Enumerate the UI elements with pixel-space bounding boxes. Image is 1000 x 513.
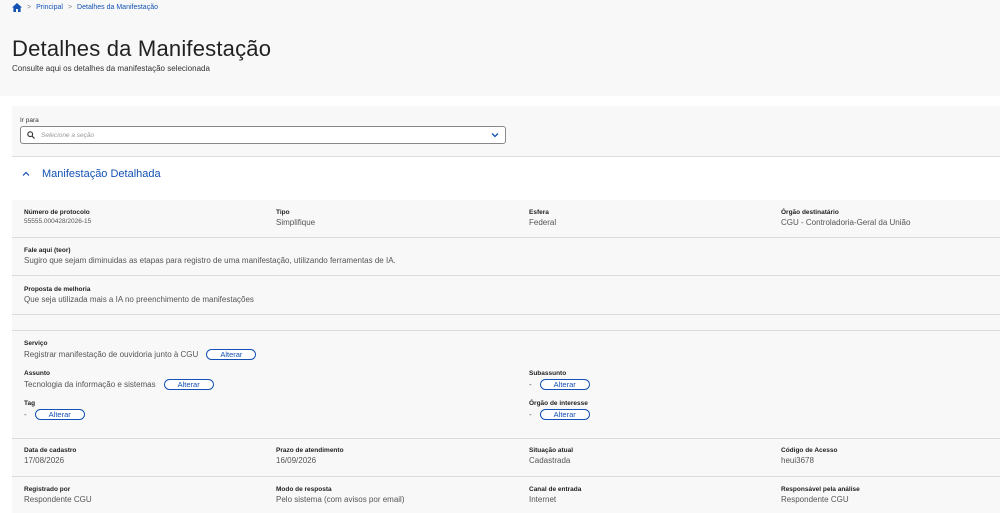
field-prazo: Prazo de atendimento 16/09/2026 bbox=[276, 447, 344, 465]
field-value: 55555.000428/2026-15 bbox=[24, 218, 92, 225]
field-subassunto: Subassunto - Alterar bbox=[529, 370, 590, 390]
field-value: Sugiro que sejam diminuidas as etapas pa… bbox=[24, 256, 396, 265]
field-label: Registrado por bbox=[24, 486, 71, 493]
field-value: 16/09/2026 bbox=[276, 456, 317, 465]
field-situacao: Situação atual Cadastrada bbox=[529, 447, 573, 465]
page-title: Detalhes da Manifestação bbox=[12, 36, 272, 61]
field-orgao-interesse: Órgão de interesse - Alterar bbox=[529, 400, 590, 420]
field-value: 17/08/2026 bbox=[24, 456, 65, 465]
field-modo-resposta: Modo de resposta Pelo sistema (com aviso… bbox=[276, 486, 404, 504]
field-value: Pelo sistema (com avisos por email) bbox=[276, 495, 405, 504]
field-label: Tipo bbox=[276, 209, 290, 216]
field-esfera: Esfera Federal bbox=[529, 209, 556, 227]
section-toggle[interactable]: Manifestação Detalhada bbox=[12, 156, 1000, 190]
page-subtitle: Consulte aqui os detalhes da manifestaçã… bbox=[12, 64, 210, 73]
details-panel: Número de protocolo 55555.000428/2026-15… bbox=[12, 200, 1000, 513]
field-label: Órgão destinatário bbox=[781, 209, 839, 216]
field-label: Responsável pela análise bbox=[781, 486, 860, 493]
field-label: Canal de entrada bbox=[529, 486, 582, 493]
field-label: Assunto bbox=[24, 370, 50, 377]
field-value: Federal bbox=[529, 218, 557, 227]
field-label: Modo de resposta bbox=[276, 486, 332, 493]
page-header: > Principal > Detalhes da Manifestação D… bbox=[0, 0, 1000, 96]
breadcrumb: > Principal > Detalhes da Manifestação bbox=[12, 0, 988, 12]
field-value: Cadastrada bbox=[529, 456, 571, 465]
field-label: Número de protocolo bbox=[24, 209, 90, 216]
section-title: Manifestação Detalhada bbox=[42, 167, 161, 180]
field-proposta: Proposta de melhoria Que seja utilizada … bbox=[24, 286, 254, 304]
field-label: Serviço bbox=[24, 340, 48, 347]
field-label: Órgão de interesse bbox=[529, 400, 588, 407]
chevron-up-icon bbox=[22, 171, 30, 176]
field-value: Que seja utilizada mais a IA no preenchi… bbox=[24, 295, 254, 304]
divider bbox=[12, 275, 1000, 276]
field-value: Respondente CGU bbox=[24, 495, 92, 504]
home-icon[interactable] bbox=[12, 3, 22, 12]
field-registrado-por: Registrado por Respondente CGU bbox=[24, 486, 92, 504]
field-label: Código de Acesso bbox=[781, 447, 838, 454]
alterar-subassunto-button[interactable]: Alterar bbox=[539, 379, 590, 390]
alterar-assunto-button[interactable]: Alterar bbox=[163, 379, 214, 390]
field-value: Simplifique bbox=[276, 218, 316, 227]
field-tag: Tag - Alterar bbox=[24, 400, 85, 420]
divider bbox=[12, 476, 1000, 477]
breadcrumb-item-principal[interactable]: Principal bbox=[36, 4, 63, 11]
field-label: Prazo de atendimento bbox=[276, 447, 344, 454]
goto-label: Ir para bbox=[20, 117, 39, 124]
chevron-down-icon[interactable] bbox=[491, 132, 499, 138]
field-label: Subassunto bbox=[529, 370, 567, 377]
alterar-tag-button[interactable]: Alterar bbox=[34, 409, 85, 420]
field-value: - bbox=[529, 380, 532, 389]
divider bbox=[12, 330, 1000, 331]
field-canal-entrada: Canal de entrada Internet bbox=[529, 486, 581, 504]
field-value: Tecnologia da informação e sistemas bbox=[24, 380, 156, 389]
field-value: - bbox=[529, 410, 532, 419]
field-label: Tag bbox=[24, 400, 36, 407]
field-assunto: Assunto Tecnologia da informação e siste… bbox=[24, 370, 214, 390]
goto-panel: Ir para Selecione a seção bbox=[12, 106, 1000, 156]
alterar-orgao-interesse-button[interactable]: Alterar bbox=[539, 409, 590, 420]
field-label: Situação atual bbox=[529, 447, 574, 454]
field-data-cadastro: Data de cadastro 17/08/2026 bbox=[24, 447, 76, 465]
divider bbox=[12, 237, 1000, 238]
divider bbox=[12, 438, 1000, 439]
field-label: Proposta de melhoria bbox=[24, 286, 91, 293]
field-value: Respondente CGU bbox=[781, 495, 849, 504]
field-value: heui3678 bbox=[781, 456, 814, 465]
field-value: - bbox=[24, 410, 27, 419]
breadcrumb-separator: > bbox=[27, 4, 32, 11]
section-select-placeholder: Selecione a seção bbox=[41, 131, 95, 139]
divider bbox=[12, 314, 1000, 315]
field-protocolo: Número de protocolo 55555.000428/2026-15 bbox=[24, 209, 91, 225]
breadcrumb-item-current[interactable]: Detalhes da Manifestação bbox=[77, 4, 158, 11]
field-label: Fale aqui (teor) bbox=[24, 247, 71, 254]
field-value: Internet bbox=[529, 495, 557, 504]
field-label: Data de cadastro bbox=[24, 447, 77, 454]
field-fale-aqui: Fale aqui (teor) Sugiro que sejam diminu… bbox=[24, 247, 396, 265]
field-value: CGU - Controladoria-Geral da União bbox=[781, 218, 911, 227]
breadcrumb-separator: > bbox=[67, 4, 73, 11]
section-select[interactable]: Selecione a seção bbox=[20, 126, 506, 144]
field-value: Registrar manifestação de ouvidoria junt… bbox=[24, 350, 199, 359]
search-icon bbox=[27, 131, 35, 139]
field-tipo: Tipo Simplifique bbox=[276, 209, 315, 227]
field-servico: Serviço Registrar manifestação de ouvido… bbox=[24, 340, 257, 360]
field-responsavel: Responsável pela análise Respondente CGU bbox=[781, 486, 860, 504]
field-codigo-acesso: Código de Acesso heui3678 bbox=[781, 447, 837, 465]
alterar-servico-button[interactable]: Alterar bbox=[206, 349, 257, 360]
field-label: Esfera bbox=[529, 209, 549, 216]
field-orgao-destinatario: Órgão destinatário CGU - Controladoria-G… bbox=[781, 209, 910, 227]
